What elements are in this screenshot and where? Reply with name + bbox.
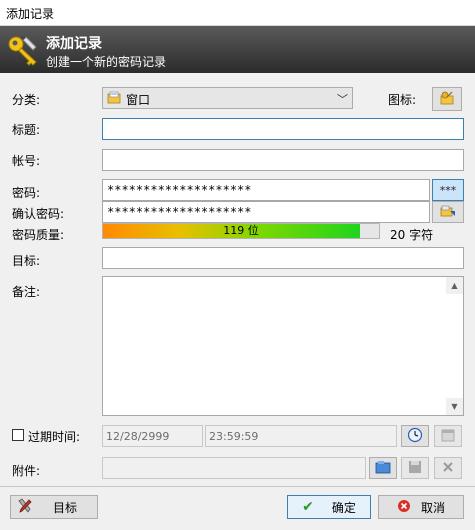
attachment-input[interactable]: [102, 457, 366, 479]
tools-icon: [17, 497, 33, 517]
expiry-time-input[interactable]: 23:59:59: [205, 425, 397, 447]
repeat-password-label: 确认密码:: [12, 207, 65, 221]
group-label: 分类:: [12, 93, 41, 107]
expiry-presets-button[interactable]: [401, 425, 429, 447]
notes-label: 备注:: [12, 285, 41, 299]
save-attachment-button[interactable]: [401, 457, 429, 479]
delete-icon: [441, 460, 455, 477]
url-input[interactable]: [102, 247, 464, 269]
password-label: 密码:: [12, 186, 41, 200]
cancel-label: 取消: [420, 500, 445, 515]
scroll-up-icon[interactable]: ▲: [446, 277, 463, 294]
ok-label: 确定: [331, 500, 356, 515]
icon-picker-button[interactable]: [432, 87, 462, 111]
icon-label: 图标:: [388, 93, 417, 107]
expires-checkbox[interactable]: [12, 429, 24, 441]
password-length: 20 字符: [390, 228, 434, 242]
ok-button[interactable]: ✔ 确定: [287, 495, 371, 519]
remove-attachment-button[interactable]: [434, 457, 462, 479]
disk-icon: [408, 460, 422, 477]
tools-button[interactable]: 目标: [10, 495, 98, 519]
calendar-icon: [441, 428, 455, 445]
checkmark-icon: ✔: [302, 499, 314, 515]
clock-icon: [407, 427, 423, 446]
window-titlebar: 添加记录: [0, 0, 475, 26]
chevron-down-icon: ﹀: [337, 93, 348, 106]
repeat-password-input[interactable]: ********************: [102, 201, 430, 223]
open-folder-icon: [375, 460, 391, 477]
username-label: 帐号:: [12, 154, 41, 168]
group-select[interactable]: 窗口 ﹀: [102, 87, 353, 109]
tools-label: 目标: [53, 500, 78, 515]
banner-subtitle: 创建一个新的密码记录: [46, 55, 167, 69]
group-value: 窗口: [126, 93, 151, 107]
username-input[interactable]: [102, 149, 464, 171]
title-input[interactable]: [102, 118, 464, 140]
expires-label: 过期时间:: [28, 430, 81, 444]
notes-textarea[interactable]: ▲ ▼: [102, 276, 464, 416]
expiry-calendar-button[interactable]: [434, 425, 462, 447]
entry-form: 分类: 窗口 ﹀ 图标: 标题: 帐号: 密码: ***************…: [0, 73, 475, 530]
password-input[interactable]: ********************: [102, 179, 430, 201]
expiry-date-input[interactable]: 12/28/2999: [102, 425, 203, 447]
footer-divider: [0, 486, 475, 487]
title-label: 标题:: [12, 123, 41, 137]
quality-label: 密码质量:: [12, 228, 65, 242]
folder-icon: [107, 91, 121, 105]
show-password-toggle[interactable]: ***: [432, 179, 464, 201]
cancel-icon: [397, 499, 411, 516]
quality-bits: 119 位: [223, 224, 259, 237]
key-icon: [439, 90, 455, 109]
key-pencil-icon: [6, 33, 40, 67]
attachment-label: 附件:: [12, 464, 41, 478]
cancel-button[interactable]: 取消: [378, 495, 464, 519]
window-title: 添加记录: [6, 7, 55, 21]
scroll-down-icon[interactable]: ▼: [446, 398, 463, 415]
password-quality-bar: 119 位: [102, 223, 380, 239]
dialog-banner: 添加记录 创建一个新的密码记录: [0, 26, 475, 73]
attach-file-button[interactable]: [369, 457, 397, 479]
password-generator-button[interactable]: [432, 201, 464, 223]
banner-title: 添加记录: [46, 36, 102, 52]
url-label: 目标:: [12, 254, 41, 268]
password-generator-icon: [440, 204, 456, 221]
